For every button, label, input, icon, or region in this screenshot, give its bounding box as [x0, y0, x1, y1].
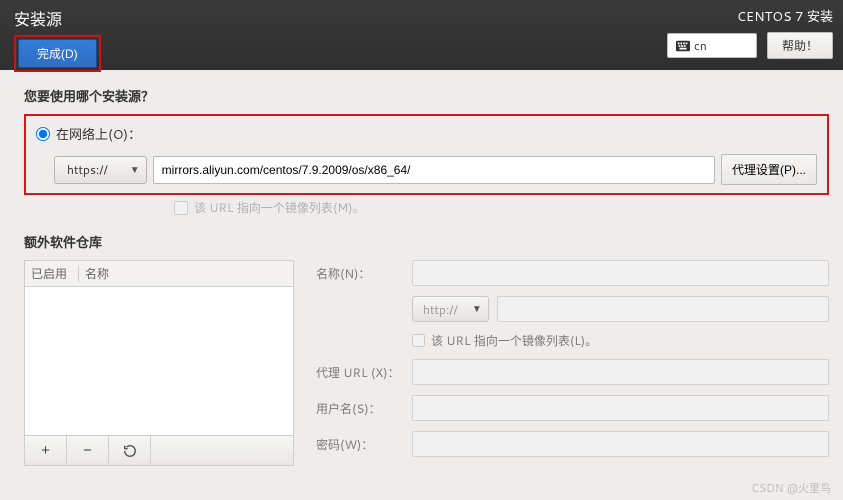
keyboard-layout-label: cn	[694, 37, 707, 54]
proxy-url-label: 代理 URL (X)：	[316, 364, 404, 381]
top-left: 安装源 完成(D)	[14, 6, 101, 64]
network-radio[interactable]	[36, 127, 50, 141]
source-highlight-box: 在网络上(O)： https:// ▼ 代理设置(P)...	[24, 114, 829, 195]
repo-name-input	[412, 260, 829, 286]
name-label: 名称(N)：	[316, 265, 404, 282]
top-bar: 安装源 完成(D) CENTOS 7 安装 cn 帮助！	[0, 0, 843, 70]
done-button[interactable]: 完成(D)	[18, 39, 97, 68]
network-radio-label: 在网络上(O)：	[56, 124, 141, 144]
col-name: 名称	[79, 265, 293, 282]
keyboard-icon	[676, 40, 690, 52]
network-radio-row[interactable]: 在网络上(O)：	[36, 124, 817, 144]
repo-form: 名称(N)： http:// ▼ 该 URL 指向一个镜像列表(L)。 代理 U…	[316, 260, 829, 457]
username-label: 用户名(S)：	[316, 400, 404, 417]
refresh-repo-button[interactable]	[109, 436, 151, 465]
extra-repos-title: 额外软件仓库	[24, 232, 829, 252]
password-input	[412, 431, 829, 457]
done-highlight: 完成(D)	[14, 35, 101, 72]
protocol-selected: https://	[67, 161, 108, 178]
protocol-select[interactable]: https:// ▼	[54, 156, 147, 184]
proxy-settings-button[interactable]: 代理设置(P)...	[721, 154, 817, 185]
help-button[interactable]: 帮助！	[767, 32, 833, 59]
install-title: CENTOS 7 安装	[737, 6, 833, 26]
top-right: CENTOS 7 安装 cn 帮助！	[667, 6, 833, 64]
mirror-list-checkbox	[174, 201, 188, 215]
repo-columns: 已启用 名称	[24, 260, 294, 286]
page-title: 安装源	[14, 6, 101, 31]
watermark: CSDN @火里鸟	[751, 480, 831, 496]
repo-mirror-label: 该 URL 指向一个镜像列表(L)。	[431, 332, 597, 349]
mirror-list-label: 该 URL 指向一个镜像列表(M)。	[194, 199, 365, 216]
password-label: 密码(W)：	[316, 436, 404, 453]
proxy-url-input	[412, 359, 829, 385]
chevron-down-icon: ▼	[130, 163, 140, 177]
repo-tools: + −	[24, 436, 294, 466]
chevron-down-icon: ▼	[472, 302, 482, 316]
source-question: 您要使用哪个安装源？	[24, 86, 829, 106]
refresh-icon	[123, 444, 137, 458]
source-url-input[interactable]	[153, 156, 715, 184]
repo-mirror-checkbox	[412, 334, 425, 347]
add-repo-button[interactable]: +	[25, 436, 67, 465]
repo-protocol-selected: http://	[423, 301, 458, 318]
repo-url-input	[497, 296, 829, 322]
remove-repo-button[interactable]: −	[67, 436, 109, 465]
keyboard-indicator[interactable]: cn	[667, 33, 757, 58]
repo-protocol-select: http:// ▼	[412, 296, 489, 322]
repo-list[interactable]	[24, 286, 294, 436]
username-input	[412, 395, 829, 421]
mirror-list-row: 该 URL 指向一个镜像列表(M)。	[24, 199, 829, 216]
content: 您要使用哪个安装源？ 在网络上(O)： https:// ▼ 代理设置(P)..…	[0, 70, 843, 466]
col-enabled: 已启用	[25, 265, 79, 282]
repo-box: 已启用 名称 + −	[24, 260, 294, 466]
